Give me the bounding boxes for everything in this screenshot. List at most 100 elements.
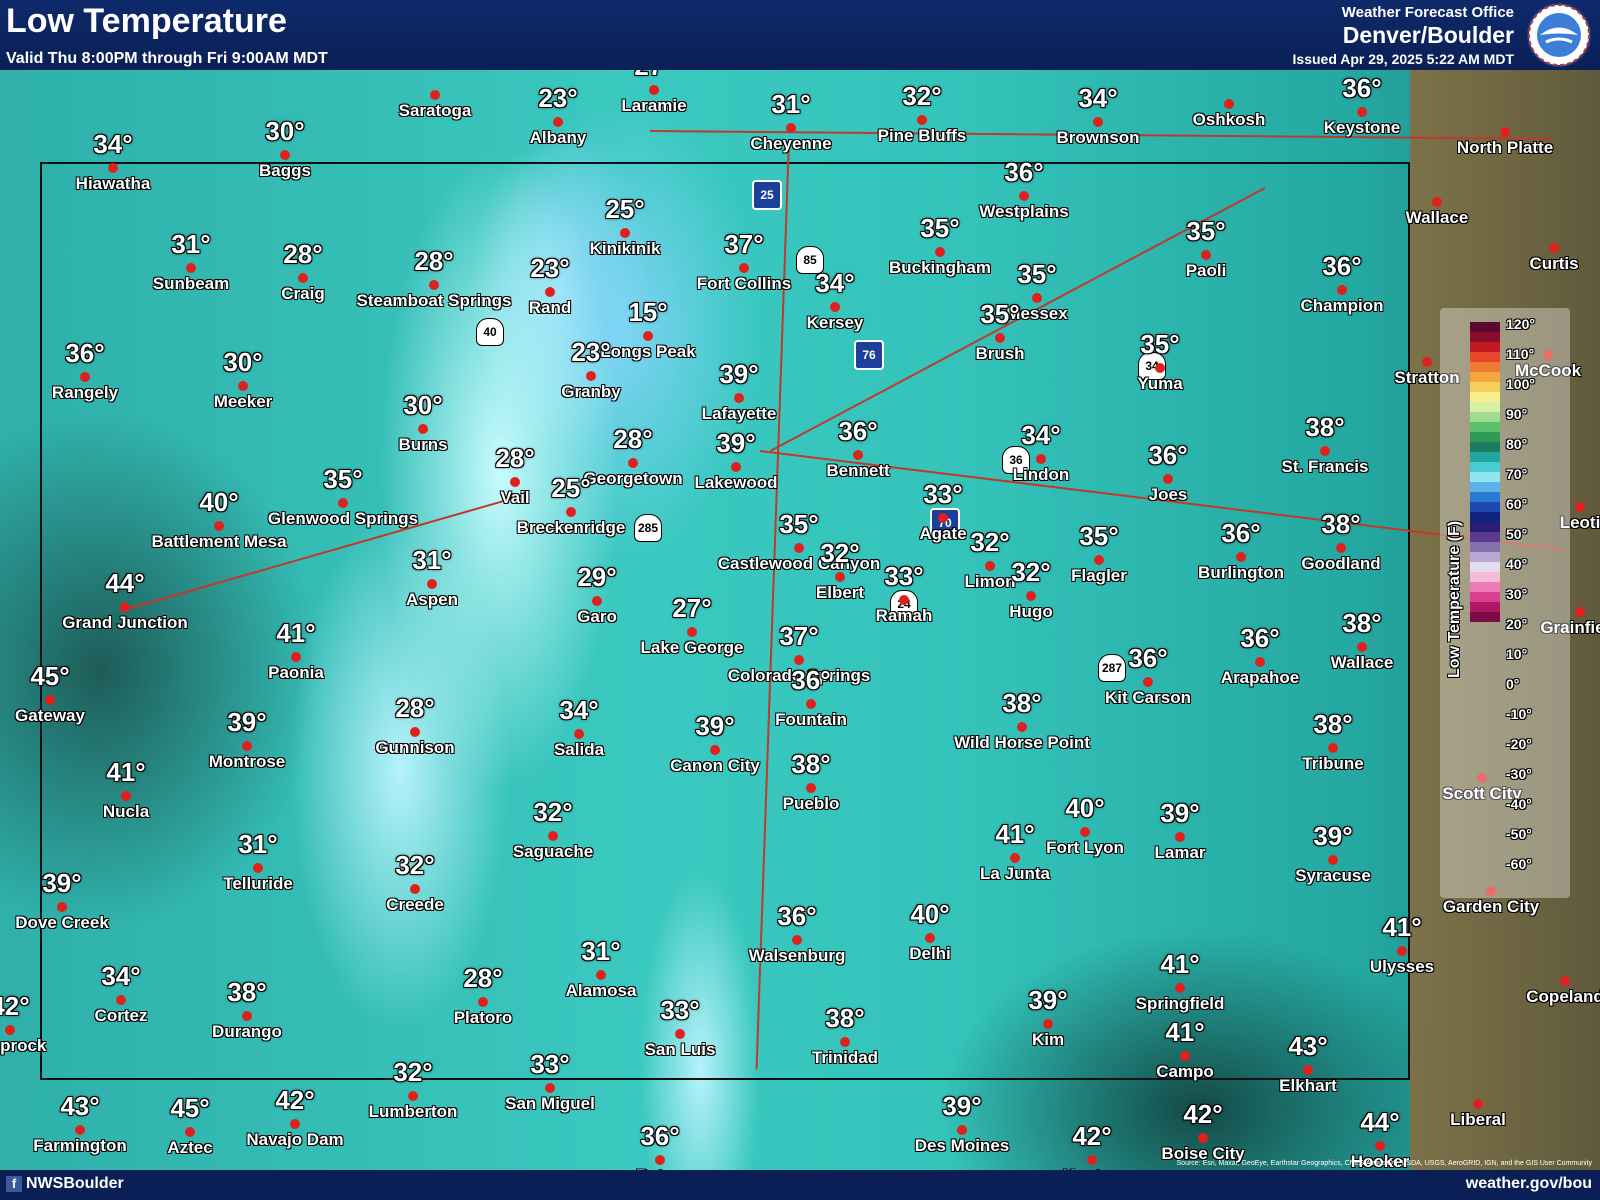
city-temperature: 36° xyxy=(1128,643,1168,673)
city-name: Longs Peak xyxy=(600,342,696,361)
city-name: Garo xyxy=(577,607,617,626)
legend-swatch xyxy=(1470,512,1500,522)
city-dot xyxy=(1303,1065,1313,1075)
city-temperature: 28° xyxy=(463,963,503,993)
city-temperature: 34° xyxy=(93,129,133,159)
city-temperature: 39° xyxy=(942,1091,982,1121)
city-dot xyxy=(806,699,816,709)
city-temperature: 31° xyxy=(412,545,452,575)
facebook-icon: f xyxy=(6,1176,22,1192)
city-name: Paoli xyxy=(1185,261,1227,280)
city-name: Burlington xyxy=(1198,563,1284,582)
city-name: Aztec xyxy=(167,1138,213,1157)
city-temperature: 36° xyxy=(791,665,831,695)
city-dot xyxy=(280,150,290,160)
city-dot xyxy=(545,287,555,297)
legend-tick: 80° xyxy=(1506,436,1528,452)
footer-bar: f NWSBoulder weather.gov/bou xyxy=(0,1170,1600,1200)
facebook-link[interactable]: f NWSBoulder xyxy=(6,1175,124,1193)
city-temperature: 35° xyxy=(1186,216,1226,246)
city-name: Lindon xyxy=(1012,465,1070,484)
city-dot xyxy=(628,458,638,468)
city-temperature: 23° xyxy=(538,83,578,113)
city-name: Lamar xyxy=(1154,843,1206,862)
city-dot xyxy=(1337,285,1347,295)
city-temperature: 42° xyxy=(275,1085,315,1115)
city-name: Tribune xyxy=(1302,754,1364,773)
legend-tick: 60° xyxy=(1506,496,1528,512)
city-dot xyxy=(574,729,584,739)
city-name: Fort Lyon xyxy=(1046,838,1124,857)
city-dot xyxy=(1422,357,1432,367)
city-name: Limon xyxy=(964,572,1016,591)
legend-swatch xyxy=(1470,502,1500,512)
city-temperature: 35° xyxy=(1017,259,1057,289)
city-temperature: 44° xyxy=(105,568,145,598)
city-dot xyxy=(1560,976,1570,986)
city-name: Flagler xyxy=(1071,566,1127,585)
city-dot xyxy=(840,1037,850,1047)
city-name: Meeker xyxy=(213,392,273,411)
city-dot xyxy=(687,627,697,637)
city-dot xyxy=(1328,855,1338,865)
city-temperature: 40° xyxy=(199,487,239,517)
city-name: Lake George xyxy=(640,638,744,657)
city-name: Copeland xyxy=(1526,987,1600,1006)
legend-tick: 100° xyxy=(1506,376,1535,392)
legend-tick: 10° xyxy=(1506,646,1528,662)
city-name: Bennett xyxy=(826,461,890,480)
city-name: Delhi xyxy=(909,944,951,963)
city-name: Elbert xyxy=(815,583,865,602)
city-name: Brush xyxy=(975,344,1025,363)
city-dot xyxy=(242,741,252,751)
website-link[interactable]: weather.gov/bou xyxy=(1466,1175,1592,1193)
city-name: Curtis xyxy=(1529,254,1579,273)
city-name: Keystone xyxy=(1323,118,1401,137)
city-name: Georgetown xyxy=(583,469,683,488)
legend-swatch xyxy=(1470,362,1500,372)
issued-time: Issued Apr 29, 2025 5:22 AM MDT xyxy=(1292,51,1514,67)
city-name: Shiprock xyxy=(0,1036,47,1055)
legend-tick: -40° xyxy=(1506,796,1532,812)
city-name: Breckenridge xyxy=(516,518,626,537)
city-name: Aspen xyxy=(406,590,458,609)
city-name: Paonia xyxy=(268,663,324,682)
city-name: Burns xyxy=(398,435,448,454)
city-temperature: 45° xyxy=(30,661,70,691)
city-dot xyxy=(338,498,348,508)
page-title: Low Temperature xyxy=(6,2,287,40)
city-dot xyxy=(418,424,428,434)
legend-tick: 90° xyxy=(1506,406,1528,422)
city-temperature: 25° xyxy=(551,473,591,503)
city-temperature: 42° xyxy=(0,991,30,1021)
legend-tick: 0° xyxy=(1506,676,1520,692)
city-dot xyxy=(1175,832,1185,842)
city-dot xyxy=(75,1125,85,1135)
city-dot xyxy=(620,228,630,238)
city-name: Vail xyxy=(500,488,530,507)
city-dot xyxy=(596,970,606,980)
city-name: Pueblo xyxy=(782,794,840,813)
city-name: Springfield xyxy=(1135,994,1225,1013)
city-name: Laramie xyxy=(621,96,687,115)
legend-tick: 120° xyxy=(1506,316,1535,332)
city-temperature: 28° xyxy=(613,424,653,454)
legend-swatch xyxy=(1470,402,1500,412)
city-temperature: 35° xyxy=(1140,329,1180,359)
city-dot xyxy=(45,695,55,705)
city-dot xyxy=(1087,1155,1097,1165)
city-name: Saratoga xyxy=(398,101,472,120)
city-name: Nucla xyxy=(102,802,150,821)
legend-tick: 70° xyxy=(1506,466,1528,482)
legend-tick: 20° xyxy=(1506,616,1528,632)
legend-swatch xyxy=(1470,412,1500,422)
city-dot xyxy=(1575,502,1585,512)
city-temperature: 31° xyxy=(238,829,278,859)
city-dot xyxy=(917,115,927,125)
city-dot xyxy=(553,117,563,127)
city-dot xyxy=(5,1025,15,1035)
city-dot xyxy=(794,655,804,665)
city-dot xyxy=(794,543,804,553)
city-dot xyxy=(108,163,118,173)
city-temperature: 30° xyxy=(403,390,443,420)
